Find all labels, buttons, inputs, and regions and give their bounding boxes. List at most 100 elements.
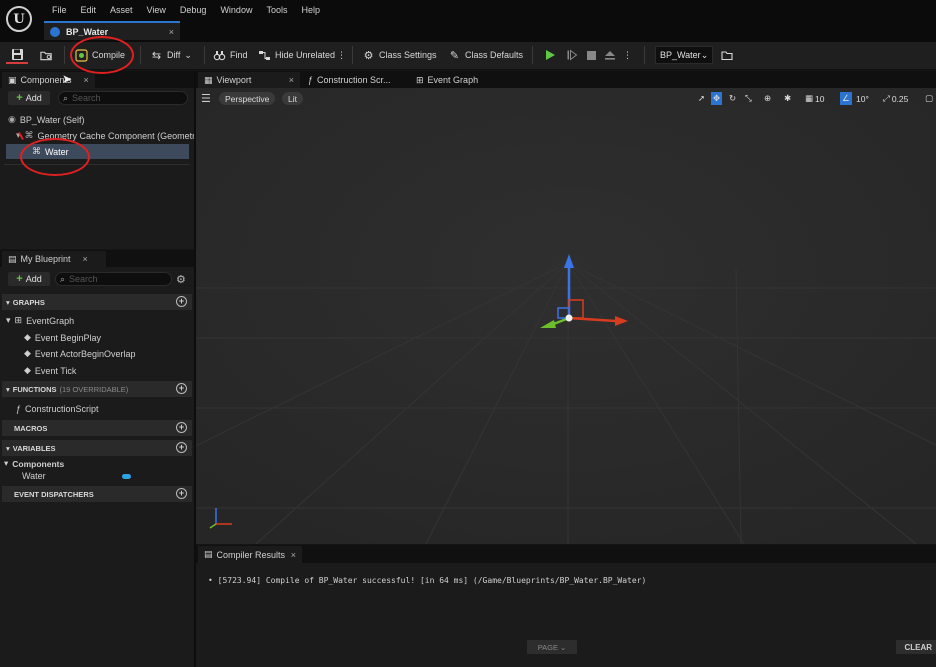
add-function-icon[interactable]: + — [176, 383, 187, 394]
clear-button[interactable]: CLEAR — [896, 640, 936, 654]
unreal-logo-icon[interactable]: U — [6, 6, 32, 32]
compiler-results-tab-label: Compiler Results — [216, 549, 286, 560]
class-settings-button[interactable]: ⚙ Class Settings — [362, 46, 437, 64]
hide-nodes-icon — [258, 49, 271, 62]
graphs-section-header[interactable]: ▾ GRAPHS + — [2, 294, 192, 310]
scale-snap-value: 0.25 — [891, 93, 909, 104]
find-button[interactable]: Find — [213, 46, 248, 64]
event-dispatchers-section-header[interactable]: EVENT DISPATCHERS + — [2, 486, 192, 502]
grid-snap-button[interactable]: ▦ 10 — [805, 92, 825, 105]
tree-item-self[interactable]: ◉ BP_Water (Self) — [0, 112, 194, 127]
mouse-cursor-icon: ➤ — [62, 72, 73, 86]
menu-edit[interactable]: Edit — [74, 4, 104, 16]
event-tick-item[interactable]: ◆ Event Tick — [24, 365, 76, 376]
binoculars-icon — [213, 49, 226, 62]
chevron-down-icon: ⌄ — [184, 49, 192, 60]
water-variable-item[interactable]: Water — [22, 471, 132, 481]
event-actor-begin-overlap-item[interactable]: ◆ Event ActorBeginOverlap — [24, 348, 135, 359]
event-begin-play-item[interactable]: ◆ Event BeginPlay — [24, 332, 101, 343]
toolbar-separator — [140, 46, 141, 64]
add-macro-icon[interactable]: + — [176, 422, 187, 433]
grid-snap-icon: ▦ — [805, 93, 814, 103]
menu-view[interactable]: View — [140, 4, 173, 16]
tab-viewport[interactable]: ▦ Viewport × — [198, 72, 300, 88]
maximize-viewport-icon[interactable]: ▢ — [925, 92, 933, 105]
page-button[interactable]: PAGE ⌄ — [527, 640, 577, 654]
menu-window[interactable]: Window — [213, 4, 259, 16]
hide-unrelated-label: Hide Unrelated — [275, 50, 336, 60]
close-icon[interactable]: × — [289, 75, 294, 85]
collapse-arrow-icon: ▾ — [4, 458, 9, 468]
rotation-snap-icon[interactable]: ∠ — [840, 92, 852, 105]
diff-button[interactable]: ⇆ Diff ⌄ — [150, 46, 192, 64]
browse-button[interactable] — [36, 46, 56, 64]
menu-asset[interactable]: Asset — [103, 4, 140, 16]
more-options-icon[interactable]: ⋮ — [337, 46, 346, 64]
browse-debug-object-button[interactable] — [720, 46, 733, 64]
find-label: Find — [230, 50, 248, 60]
variables-section-header[interactable]: ▾ VARIABLES + — [2, 440, 192, 456]
functions-section-header[interactable]: ▾ FUNCTIONS (19 OVERRIDABLE) + — [2, 381, 192, 397]
save-button[interactable] — [6, 46, 28, 64]
scale-mode-icon[interactable]: ⤡ — [745, 92, 752, 105]
compile-log-message: [5723.94] Compile of BP_Water successful… — [217, 576, 647, 585]
hamburger-menu-icon[interactable]: ☰ — [201, 92, 211, 105]
collapse-arrow-icon: ▾ — [6, 443, 10, 453]
close-icon[interactable]: × — [84, 75, 89, 85]
add-graph-icon[interactable]: + — [176, 296, 187, 307]
event-graph-item[interactable]: ▾ ⊞ EventGraph — [6, 315, 74, 326]
select-mode-icon[interactable]: ➚ — [698, 92, 705, 105]
add-variable-icon[interactable]: + — [176, 442, 187, 453]
collapse-arrow-icon: ▾ — [6, 315, 11, 325]
macros-section-header[interactable]: MACROS + — [2, 420, 192, 436]
menu-help[interactable]: Help — [294, 4, 327, 16]
play-options-icon[interactable]: ⋮ — [623, 46, 632, 64]
play-icon — [543, 49, 556, 62]
scale-snap-button[interactable]: ⤢ 0.25 — [883, 92, 908, 105]
add-member-button[interactable]: + Add — [8, 272, 50, 286]
folder-search-icon — [39, 49, 53, 62]
surface-snap-icon[interactable]: ✱ — [784, 92, 791, 105]
menu-tools[interactable]: Tools — [259, 4, 294, 16]
tab-construction-script[interactable]: ƒ Construction Scr... — [302, 72, 397, 88]
tree-item-geometry-cache[interactable]: ▾ ⌘ Geometry Cache Component (Geometry — [0, 128, 194, 143]
rotation-snap-value[interactable]: 10° — [856, 92, 869, 105]
close-icon[interactable]: × — [83, 254, 88, 264]
rotate-mode-icon[interactable]: ↻ — [729, 92, 736, 105]
viewport-3d[interactable] — [196, 88, 936, 544]
stop-button[interactable] — [585, 46, 598, 64]
compile-log-row: • [5723.94] Compile of BP_Water successf… — [208, 576, 646, 585]
menu-debug[interactable]: Debug — [173, 4, 214, 16]
tab-construction-label: Construction Scr... — [317, 75, 391, 85]
play-button[interactable] — [543, 46, 556, 64]
components-category[interactable]: ▾ Components — [4, 458, 64, 469]
viewport-icon: ▦ — [204, 74, 213, 85]
function-icon: ƒ — [16, 404, 22, 414]
gear-icon[interactable]: ⚙ — [176, 273, 186, 286]
step-icon — [565, 49, 578, 62]
world-local-icon[interactable]: ⊕ — [764, 92, 771, 105]
components-tab[interactable]: ▣ Components × — [2, 72, 95, 88]
add-component-button[interactable]: + Add — [8, 91, 50, 105]
eject-button[interactable] — [603, 46, 616, 64]
perspective-button[interactable]: Perspective — [219, 92, 276, 105]
translate-mode-icon[interactable]: ✥ — [711, 92, 723, 105]
compiler-results-tab[interactable]: ▤ Compiler Results × — [198, 546, 302, 563]
construction-script-item[interactable]: ƒ ConstructionScript — [16, 404, 99, 414]
clear-label: CLEAR — [904, 642, 932, 652]
step-button[interactable] — [565, 46, 578, 64]
add-dispatcher-icon[interactable]: + — [176, 488, 187, 499]
my-blueprint-tab[interactable]: ▤ My Blueprint × — [2, 251, 106, 267]
lit-button[interactable]: Lit — [282, 92, 303, 105]
components-search-input[interactable]: ⌕ Search — [58, 91, 188, 105]
menu-file[interactable]: File — [45, 4, 74, 16]
close-icon[interactable]: × — [291, 550, 296, 560]
class-defaults-button[interactable]: ✎ Class Defaults — [448, 46, 523, 64]
close-icon[interactable]: × — [169, 27, 174, 37]
my-blueprint-search-input[interactable]: ⌕ Search — [55, 272, 172, 286]
graph-icon: ⊞ — [416, 74, 424, 85]
hide-unrelated-button[interactable]: Hide Unrelated — [258, 46, 335, 64]
search-icon: ⌕ — [63, 92, 69, 103]
debug-object-select[interactable]: BP_Water ⌄ — [655, 46, 713, 64]
tab-event-graph[interactable]: ⊞ Event Graph — [410, 72, 484, 88]
